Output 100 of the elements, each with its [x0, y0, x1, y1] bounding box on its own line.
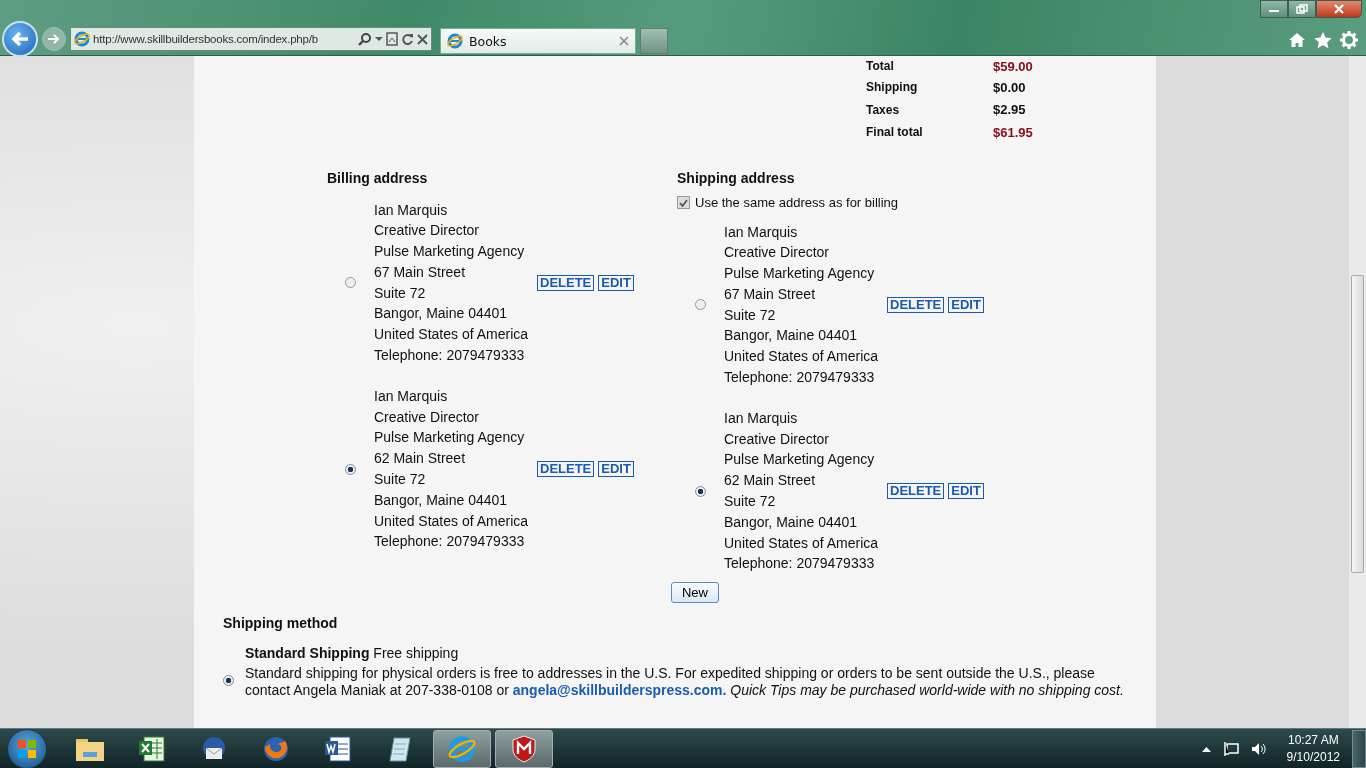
total-label: Total [866, 59, 895, 73]
address-line: Pulse Marketing Agency [724, 450, 876, 470]
speaker-icon[interactable] [1250, 741, 1267, 756]
section-heading: Shipping address [677, 169, 796, 188]
edit-link[interactable]: EDIT [948, 296, 984, 313]
address-line: Bangor, Maine 04401 [724, 326, 859, 346]
address-bar[interactable]: http://www.skillbuildersbooks.com/index.php/b [70, 27, 432, 51]
address-line: Telephone: 2079479333 [724, 554, 876, 574]
address-line: Suite 72 [374, 283, 427, 303]
address-radio[interactable] [345, 463, 356, 475]
total-label: Final total [866, 125, 924, 140]
network-icon[interactable] [1222, 740, 1239, 757]
address-line: Bangor, Maine 04401 [374, 304, 509, 324]
close-icon[interactable] [417, 33, 428, 45]
restore-icon [1296, 4, 1308, 14]
address-line: Creative Director [374, 407, 481, 427]
address-line: Pulse Marketing Agency [374, 428, 526, 448]
address-line: Suite 72 [724, 492, 777, 512]
address-line: Suite 72 [724, 305, 777, 325]
address-line: 67 Main Street [374, 262, 467, 282]
left-arrow-icon [10, 30, 30, 48]
total-label: Shipping [866, 80, 919, 95]
document-icon [324, 734, 352, 763]
address-line: Creative Director [724, 243, 831, 263]
total-value: $59.00 [993, 58, 1033, 74]
scrollbar-thumb[interactable] [1351, 275, 1364, 573]
browser-tab[interactable]: Books [440, 28, 636, 54]
refresh-icon[interactable] [401, 32, 414, 46]
address-line: Pulse Marketing Agency [374, 242, 526, 262]
address-line: United States of America [724, 533, 880, 553]
address-radio[interactable] [345, 277, 356, 289]
address-line: Creative Director [724, 429, 831, 449]
option-name: Standard Shipping [245, 645, 370, 662]
delete-link[interactable]: DELETE [537, 461, 595, 478]
address-line: Telephone: 2079479333 [374, 532, 526, 552]
address-line: Ian Marquis [724, 222, 799, 242]
option-tag: Free shipping [373, 645, 459, 662]
scrollbar[interactable] [1348, 56, 1366, 728]
address-line: 62 Main Street [724, 471, 817, 491]
clock-time: 10:27 AM [1287, 731, 1339, 749]
address-line: Ian Marquis [374, 200, 449, 220]
url-text: http://www.skillbuildersbooks.com/index.php/b [93, 33, 319, 45]
tab-title: Books [469, 33, 508, 49]
delete-link[interactable]: DELETE [537, 274, 595, 291]
home-icon[interactable] [1288, 32, 1306, 48]
address-line: Pulse Marketing Agency [724, 264, 876, 284]
address-radio[interactable] [695, 485, 706, 497]
address-line: Ian Marquis [724, 408, 799, 428]
address-line: Bangor, Maine 04401 [724, 512, 859, 532]
address-line: Telephone: 2079479333 [724, 368, 876, 388]
edit-link[interactable]: EDIT [598, 461, 634, 478]
browser-logo-icon [447, 33, 463, 49]
restore-button[interactable] [1288, 0, 1316, 18]
spreadsheet-icon [138, 734, 166, 763]
show-desktop-button[interactable] [1352, 729, 1366, 768]
edit-link[interactable]: EDIT [598, 274, 634, 291]
address-line: United States of America [724, 347, 880, 367]
browser-logo-icon [446, 733, 478, 764]
settings-icon[interactable] [1340, 31, 1358, 49]
taskbar-app-button[interactable] [495, 729, 553, 768]
same-address-checkbox[interactable] [677, 196, 690, 209]
address-line: United States of America [374, 325, 530, 345]
total-value: $2.95 [993, 102, 1026, 118]
start-button[interactable] [7, 728, 47, 768]
email-link[interactable]: angela@skillbuilderspress.com. [512, 682, 727, 699]
address-line: Suite 72 [374, 470, 427, 490]
address-line: United States of America [374, 511, 530, 531]
edit-link[interactable]: EDIT [948, 483, 984, 500]
delete-link[interactable]: DELETE [887, 483, 945, 500]
address-line: 62 Main Street [374, 449, 467, 469]
notepad-icon [386, 734, 414, 763]
search-icon[interactable] [358, 32, 372, 46]
star-icon[interactable] [1314, 31, 1332, 49]
section-heading: Billing address [327, 169, 429, 188]
total-label: Taxes [866, 102, 901, 117]
show-hidden-icons-icon[interactable] [1201, 745, 1211, 752]
total-value: $0.00 [993, 79, 1026, 95]
browser-logo-icon [74, 31, 90, 47]
shield-icon [511, 734, 537, 763]
new-button[interactable]: New [671, 582, 719, 604]
address-radio[interactable] [695, 299, 706, 311]
option-description: Standard shipping for physical orders is free to addresses in the U.S. For expedited shipping or orders to be sent outside the U.S., please contact Angela Maniak at 207-338-0108 or angela@skillbuilderspress.com. Quick Tips may be purchased world-wide with no shipping cost. [245, 665, 1125, 700]
close-icon[interactable] [619, 36, 629, 46]
address-line: Creative Director [374, 221, 481, 241]
address-line: Bangor, Maine 04401 [374, 490, 509, 510]
close-button[interactable] [1316, 0, 1362, 18]
address-line: 67 Main Street [724, 284, 817, 304]
caret-icon[interactable] [375, 36, 383, 42]
section-heading: Shipping method [223, 615, 339, 634]
clock[interactable]: 10:27 AM 9/10/2012 [1286, 731, 1340, 766]
close-icon [1333, 4, 1345, 14]
forward-button[interactable] [42, 27, 66, 51]
delete-link[interactable]: DELETE [887, 296, 945, 313]
minimize-button[interactable] [1260, 0, 1288, 18]
compatibility-icon[interactable] [386, 32, 398, 46]
back-button[interactable] [2, 21, 38, 57]
checkbox-label: Use the same address as for billing [695, 195, 899, 210]
clock-date: 9/10/2012 [1286, 748, 1340, 766]
shipping-option-radio[interactable] [223, 674, 234, 686]
right-arrow-icon [47, 33, 61, 45]
